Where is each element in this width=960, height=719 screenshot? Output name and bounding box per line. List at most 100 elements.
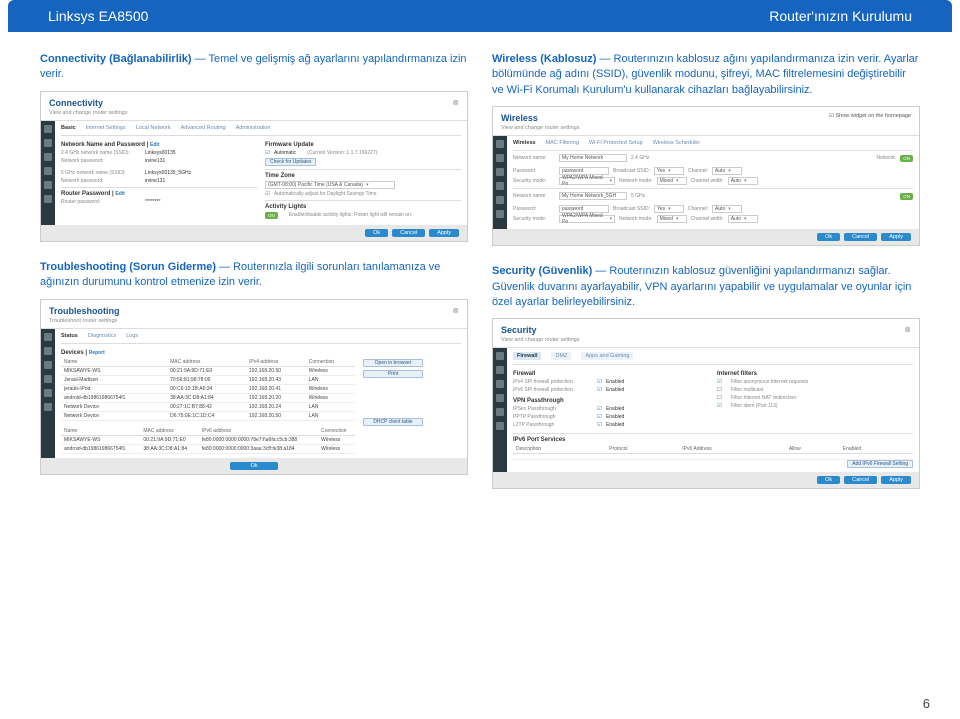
- troubleshooting-desc: Troubleshooting (Sorun Giderme) — Router…: [40, 260, 468, 291]
- table-row[interactable]: android-db198619866754f138:AA:3C:D8:A1:8…: [61, 393, 355, 402]
- cancel-button[interactable]: Cancel: [844, 476, 877, 484]
- ok-button[interactable]: Ok: [817, 233, 840, 241]
- network-toggle[interactable]: ON: [900, 155, 913, 162]
- ch-select[interactable]: Auto: [712, 205, 742, 213]
- check-icon[interactable]: [717, 403, 727, 409]
- name-input[interactable]: My Home Network_5GH: [559, 192, 627, 200]
- ok-button[interactable]: Ok: [817, 476, 840, 484]
- table-row[interactable]: MIKSAWYE-WS00:21:9A:9D:71:E0192.168.20.5…: [61, 366, 355, 375]
- bssid-select[interactable]: Yes: [654, 205, 684, 213]
- sidebar-icon[interactable]: [44, 153, 52, 161]
- ch-select[interactable]: Auto: [712, 167, 742, 175]
- sidebar-icon[interactable]: [44, 375, 52, 383]
- sidebar-icon[interactable]: [44, 333, 52, 341]
- tab-routing[interactable]: Advanced Routing: [181, 125, 226, 131]
- table-row[interactable]: Network DeviceD6:75:0E:1C:1D:C4192.168.2…: [61, 411, 355, 420]
- close-icon[interactable]: ⊗: [904, 325, 911, 334]
- tab-dmz[interactable]: DMZ: [551, 352, 571, 360]
- print-button[interactable]: Print: [363, 370, 423, 378]
- ipv6-title: IPv6 Port Services: [513, 437, 913, 443]
- sec-select[interactable]: WPA2/WPA Mixed Pe: [559, 215, 615, 223]
- sidebar-icon[interactable]: [496, 210, 504, 218]
- apply-button[interactable]: Apply: [881, 233, 911, 241]
- pw-input[interactable]: password: [559, 205, 609, 213]
- sidebar-icon[interactable]: [496, 154, 504, 162]
- dhcp-button[interactable]: DHCP client table: [363, 418, 423, 426]
- check-icon[interactable]: [597, 379, 602, 385]
- sidebar-icon[interactable]: [496, 408, 504, 416]
- report-link[interactable]: Report: [89, 350, 105, 356]
- table-row[interactable]: Jeraul-Madison70:56:81:98:78:09192.168.2…: [61, 375, 355, 384]
- check-icon[interactable]: [597, 406, 602, 412]
- cw-select[interactable]: Auto: [728, 215, 758, 223]
- sidebar-icon[interactable]: [44, 361, 52, 369]
- tab-mac[interactable]: MAC Filtering: [546, 140, 579, 146]
- check-updates-button[interactable]: Check for Updates: [265, 158, 316, 166]
- add-setting-button[interactable]: Add IPv6 Firewall Setting: [847, 460, 913, 468]
- close-icon[interactable]: ⊗: [452, 98, 459, 107]
- open-browser-button[interactable]: Open in browser: [363, 359, 423, 367]
- cancel-button[interactable]: Cancel: [844, 233, 877, 241]
- tab-diag[interactable]: Diagnostics: [88, 333, 116, 339]
- auto-check[interactable]: [265, 150, 270, 156]
- check-icon[interactable]: ☐: [717, 395, 727, 401]
- sidebar-icon[interactable]: [44, 139, 52, 147]
- sidebar-icon[interactable]: [44, 125, 52, 133]
- sidebar-icon[interactable]: [496, 422, 504, 430]
- apply-button[interactable]: Apply: [429, 229, 459, 237]
- sidebar-icon[interactable]: [44, 195, 52, 203]
- tz-select[interactable]: (GMT-08:00) Pacific Time (USA & Canada): [265, 181, 395, 189]
- tab-sched[interactable]: Wireless Scheduler: [653, 140, 700, 146]
- pw-input[interactable]: password: [559, 167, 609, 175]
- check-icon[interactable]: [597, 414, 602, 420]
- tab-apps[interactable]: Apps and Gaming: [581, 352, 633, 360]
- tab-local[interactable]: Local Network: [136, 125, 171, 131]
- sidebar-icon[interactable]: [44, 347, 52, 355]
- tab-admin[interactable]: Administration: [236, 125, 271, 131]
- sidebar-icon[interactable]: [496, 394, 504, 402]
- table-row[interactable]: MIKSAWYE-WS00:21:9A:9D:71:E0fe80:0000:00…: [61, 435, 355, 444]
- activity-toggle[interactable]: ON: [265, 212, 278, 219]
- check-icon[interactable]: [717, 379, 727, 385]
- check-icon[interactable]: [597, 422, 602, 428]
- tab-status[interactable]: Status: [61, 333, 78, 339]
- tab-wireless[interactable]: Wireless: [513, 140, 536, 146]
- sidebar-icon[interactable]: [496, 168, 504, 176]
- sidebar-icon[interactable]: [44, 181, 52, 189]
- sidebar-icon[interactable]: [496, 380, 504, 388]
- sec-select[interactable]: WPA2/WPA Mixed Pe: [559, 177, 615, 185]
- sidebar-icon[interactable]: [44, 403, 52, 411]
- nm-select[interactable]: Mixed: [657, 177, 687, 185]
- tab-basic[interactable]: Basic: [61, 125, 76, 131]
- sidebar-icon[interactable]: [496, 140, 504, 148]
- check-icon[interactable]: [597, 387, 602, 393]
- cw-select[interactable]: Auto: [728, 177, 758, 185]
- sidebar-icon[interactable]: [44, 167, 52, 175]
- ok-button[interactable]: Ok: [365, 229, 388, 237]
- sidebar-icon[interactable]: [496, 352, 504, 360]
- bssid-select[interactable]: Yes: [654, 167, 684, 175]
- name-input[interactable]: My Home Network: [559, 154, 627, 162]
- widget-toggle[interactable]: Show widget on the homepage: [829, 113, 911, 119]
- check-icon[interactable]: ☐: [717, 387, 727, 393]
- edit-link[interactable]: Edit: [115, 191, 124, 197]
- tab-logs[interactable]: Logs: [126, 333, 138, 339]
- sidebar-icon[interactable]: [496, 196, 504, 204]
- cancel-button[interactable]: Cancel: [392, 229, 425, 237]
- table-row[interactable]: jerauls-iPod00:C6:10:1B:A6:34192.168.20.…: [61, 384, 355, 393]
- tab-firewall[interactable]: Firewall: [513, 352, 541, 360]
- tab-wps[interactable]: Wi-Fi Protected Setup: [589, 140, 643, 146]
- network-toggle[interactable]: ON: [900, 193, 913, 200]
- dst-check[interactable]: [265, 191, 270, 197]
- apply-button[interactable]: Apply: [881, 476, 911, 484]
- ok-button[interactable]: Ok: [230, 462, 277, 470]
- tab-internet[interactable]: Internet Settings: [86, 125, 126, 131]
- sidebar-icon[interactable]: [496, 366, 504, 374]
- sidebar-icon[interactable]: [496, 182, 504, 190]
- close-icon[interactable]: ⊗: [452, 306, 459, 315]
- table-row[interactable]: Network Device00:27:1C:B7:88:42192.168.2…: [61, 402, 355, 411]
- sidebar-icon[interactable]: [44, 389, 52, 397]
- edit-link[interactable]: Edit: [150, 142, 159, 148]
- table-row[interactable]: android-db198619866754f138:AA:3C:D8:A1:8…: [61, 444, 355, 453]
- nm-select[interactable]: Mixed: [657, 215, 687, 223]
